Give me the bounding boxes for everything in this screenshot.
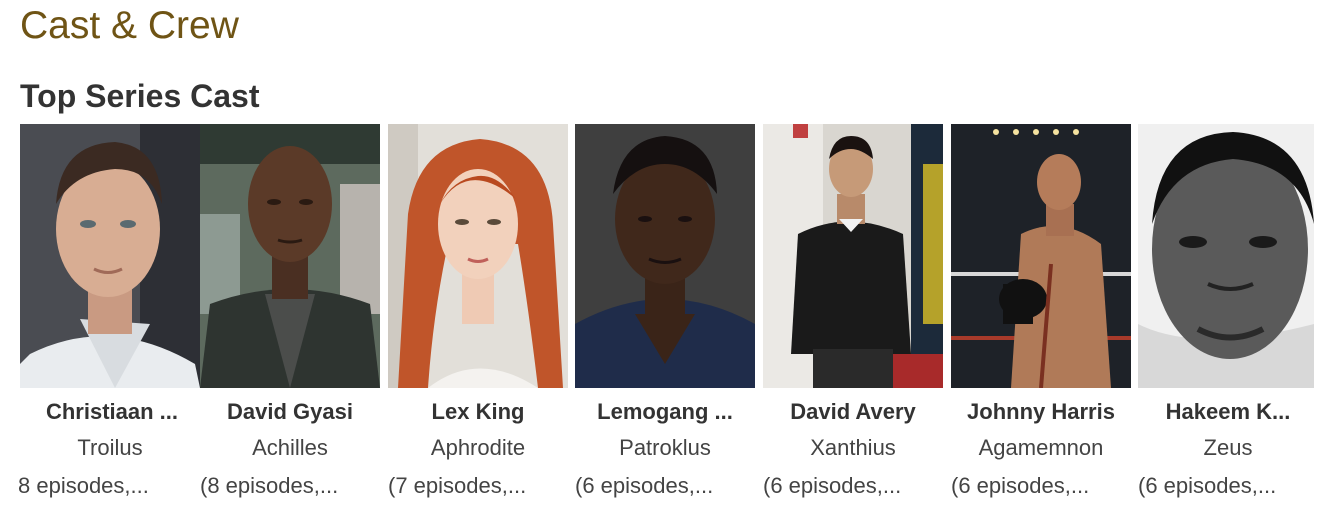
- cast-card[interactable]: David Gyasi Achilles (8 episodes,...: [200, 124, 380, 514]
- actor-name[interactable]: Johnny Harris: [947, 398, 1135, 426]
- episode-count: (8 episodes,...: [200, 473, 339, 498]
- character-name: Troilus: [77, 435, 143, 460]
- cast-card[interactable]: Hakeem K... Zeus (6 episodes,...: [1138, 124, 1318, 514]
- character-name: Aphrodite: [430, 435, 526, 460]
- cast-list: Christiaan ... Troilus 8 episodes,... Da…: [18, 124, 1314, 514]
- actor-photo[interactable]: [20, 124, 200, 388]
- episode-count: (6 episodes,...: [1138, 473, 1277, 498]
- episode-count: (6 episodes,...: [575, 473, 714, 498]
- cast-card[interactable]: Lemogang ... Patroklus (6 episodes,...: [575, 124, 755, 514]
- actor-photo[interactable]: [951, 124, 1131, 388]
- episode-count: (6 episodes,...: [951, 473, 1090, 498]
- actor-name[interactable]: David Avery: [759, 398, 947, 426]
- actor-name[interactable]: Hakeem K...: [1134, 398, 1322, 426]
- actor-photo[interactable]: [200, 124, 380, 388]
- actor-photo[interactable]: [763, 124, 943, 388]
- character-name: Patroklus: [619, 435, 711, 460]
- cast-card[interactable]: David Avery Xanthius (6 episodes,...: [763, 124, 943, 514]
- cast-card[interactable]: Lex King Aphrodite (7 episodes,...: [388, 124, 568, 514]
- actor-photo[interactable]: [1138, 124, 1314, 388]
- actor-name[interactable]: David Gyasi: [196, 398, 384, 426]
- character-name: Zeus: [1203, 435, 1253, 460]
- cast-card[interactable]: Johnny Harris Agamemnon (6 episodes,...: [951, 124, 1131, 514]
- character-name: Agamemnon: [978, 435, 1104, 460]
- episode-count: (6 episodes,...: [763, 473, 902, 498]
- cast-card[interactable]: Christiaan ... Troilus 8 episodes,...: [18, 124, 200, 514]
- actor-name[interactable]: Christiaan ...: [18, 398, 206, 426]
- top-series-cast-heading: Top Series Cast: [20, 78, 260, 114]
- section-title: Cast & Crew: [20, 4, 239, 47]
- actor-photo[interactable]: [575, 124, 755, 388]
- actor-name[interactable]: Lex King: [384, 398, 572, 426]
- actor-photo[interactable]: [388, 124, 568, 388]
- character-name: Xanthius: [810, 435, 896, 460]
- episode-count: (7 episodes,...: [388, 473, 527, 498]
- character-name: Achilles: [252, 435, 328, 460]
- episode-count: 8 episodes,...: [18, 473, 149, 498]
- actor-name[interactable]: Lemogang ...: [571, 398, 759, 426]
